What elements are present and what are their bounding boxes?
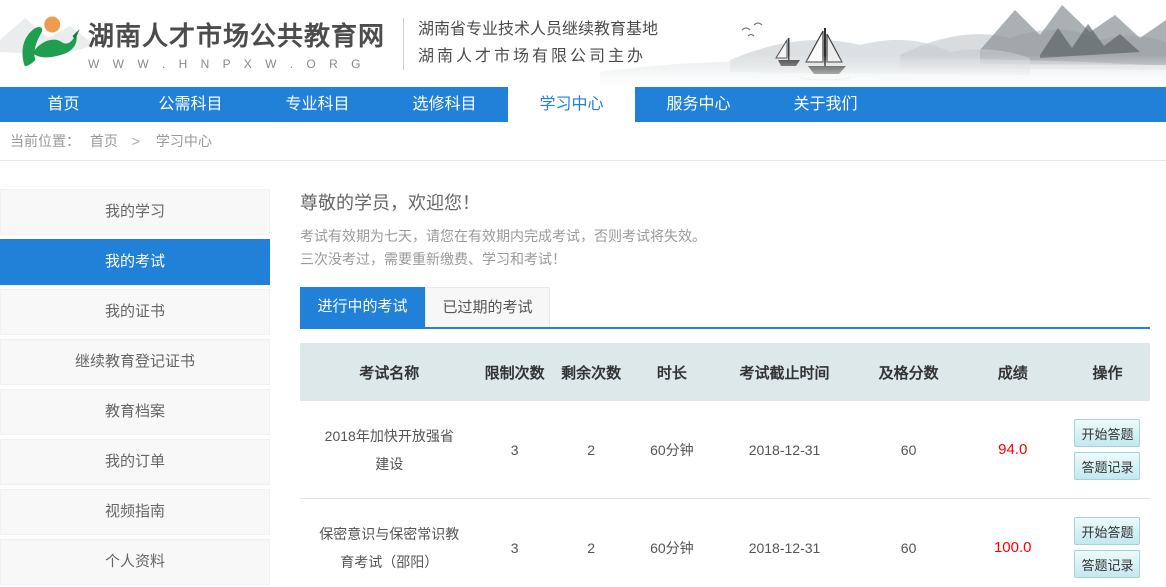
start-exam-button[interactable]: 开始答题 xyxy=(1074,419,1140,447)
duration: 60分钟 xyxy=(632,401,713,499)
breadcrumb-label: 当前位置： xyxy=(10,133,80,149)
score-value: 94.0 xyxy=(998,441,1027,458)
remaining-count: 2 xyxy=(551,401,632,499)
deadline: 2018-12-31 xyxy=(712,499,857,587)
exam-table: 考试名称 限制次数 剩余次数 时长 考试截止时间 及格分数 成绩 操作 2018… xyxy=(300,343,1150,587)
col-score: 成绩 xyxy=(960,343,1065,401)
col-remaining-count: 剩余次数 xyxy=(551,343,632,401)
nav-item-about-us[interactable]: 关于我们 xyxy=(762,87,889,122)
sidebar-item-my-certificates[interactable]: 我的证书 xyxy=(0,289,270,335)
breadcrumb-separator: > xyxy=(132,133,140,149)
sidebar-item-my-learning[interactable]: 我的学习 xyxy=(0,189,270,235)
site-subtitle-block: 湖南省专业技术人员继续教育基地 湖南人才市场有限公司主办 xyxy=(418,17,658,70)
breadcrumb: 当前位置： 首页 > 学习中心 xyxy=(0,122,1166,161)
table-row: 2018年加快开放强省建设 3 2 60分钟 2018-12-31 60 94.… xyxy=(300,401,1150,499)
breadcrumb-home-link[interactable]: 首页 xyxy=(90,133,118,149)
nav-item-public-subjects[interactable]: 公需科目 xyxy=(127,87,254,122)
main-content: 尊敬的学员，欢迎您！ 考试有效期为七天，请您在有效期内完成考试，否则考试将失效。… xyxy=(300,189,1166,587)
sidebar-item-continuing-education-certificate[interactable]: 继续教育登记证书 xyxy=(0,339,270,385)
col-pass-score: 及格分数 xyxy=(857,343,961,401)
subtitle-line1: 湖南省专业技术人员继续教育基地 xyxy=(418,17,658,43)
nav-item-learning-center[interactable]: 学习中心 xyxy=(508,87,635,122)
sidebar-item-video-guide[interactable]: 视频指南 xyxy=(0,489,270,535)
table-row: 保密意识与保密常识教育考试（邵阳） 3 2 60分钟 2018-12-31 60… xyxy=(300,499,1150,587)
tab-ongoing-exams[interactable]: 进行中的考试 xyxy=(300,287,425,327)
sidebar-item-education-archive[interactable]: 教育档案 xyxy=(0,389,270,435)
limit-count: 3 xyxy=(479,499,551,587)
sidebar-item-personal-info[interactable]: 个人资料 xyxy=(0,539,270,585)
subtitle-line2: 湖南人才市场有限公司主办 xyxy=(418,44,658,70)
main-nav: 首页 公需科目 专业科目 选修科目 学习中心 服务中心 关于我们 xyxy=(0,87,1166,122)
col-limit-count: 限制次数 xyxy=(479,343,551,401)
nav-item-elective-subjects[interactable]: 选修科目 xyxy=(381,87,508,122)
welcome-line2: 三次没考过，需要重新缴费、学习和考试！ xyxy=(300,248,1150,271)
exam-tabs: 进行中的考试 已过期的考试 xyxy=(300,287,1150,329)
nav-item-service-center[interactable]: 服务中心 xyxy=(635,87,762,122)
tab-expired-exams[interactable]: 已过期的考试 xyxy=(425,287,550,327)
site-logo-icon xyxy=(10,13,82,75)
answer-record-button[interactable]: 答题记录 xyxy=(1074,452,1140,480)
site-title-block: 湖南人才市场公共教育网 W W W . H N P X W . O R G xyxy=(88,16,385,71)
duration: 60分钟 xyxy=(632,499,713,587)
deadline: 2018-12-31 xyxy=(712,401,857,499)
nav-item-professional-subjects[interactable]: 专业科目 xyxy=(254,87,381,122)
remaining-count: 2 xyxy=(551,499,632,587)
sidebar-item-my-orders[interactable]: 我的订单 xyxy=(0,439,270,485)
welcome-title: 尊敬的学员，欢迎您！ xyxy=(300,189,1150,215)
sidebar-item-my-exams[interactable]: 我的考试 xyxy=(0,239,270,285)
pass-score: 60 xyxy=(857,401,961,499)
score-value: 100.0 xyxy=(994,539,1032,556)
limit-count: 3 xyxy=(479,401,551,499)
table-header-row: 考试名称 限制次数 剩余次数 时长 考试截止时间 及格分数 成绩 操作 xyxy=(300,343,1150,401)
col-actions: 操作 xyxy=(1065,343,1150,401)
col-exam-name: 考试名称 xyxy=(300,343,479,401)
start-exam-button[interactable]: 开始答题 xyxy=(1074,517,1140,545)
col-duration: 时长 xyxy=(632,343,713,401)
pass-score: 60 xyxy=(857,499,961,587)
site-header: 湖南人才市场公共教育网 W W W . H N P X W . O R G 湖南… xyxy=(0,0,1166,87)
exam-name: 2018年加快开放强省建设 xyxy=(318,422,460,478)
sidebar: 我的学习 我的考试 我的证书 继续教育登记证书 教育档案 我的订单 视频指南 个… xyxy=(0,189,270,587)
answer-record-button[interactable]: 答题记录 xyxy=(1074,550,1140,578)
site-url: W W W . H N P X W . O R G xyxy=(88,57,385,71)
exam-name: 保密意识与保密常识教育考试（邵阳） xyxy=(318,520,460,576)
nav-item-home[interactable]: 首页 xyxy=(0,87,127,122)
welcome-line1: 考试有效期为七天，请您在有效期内完成考试，否则考试将失效。 xyxy=(300,225,1150,248)
col-deadline: 考试截止时间 xyxy=(712,343,857,401)
header-divider xyxy=(403,18,404,70)
breadcrumb-current: 学习中心 xyxy=(156,133,212,149)
site-title: 湖南人才市场公共教育网 xyxy=(88,16,385,53)
